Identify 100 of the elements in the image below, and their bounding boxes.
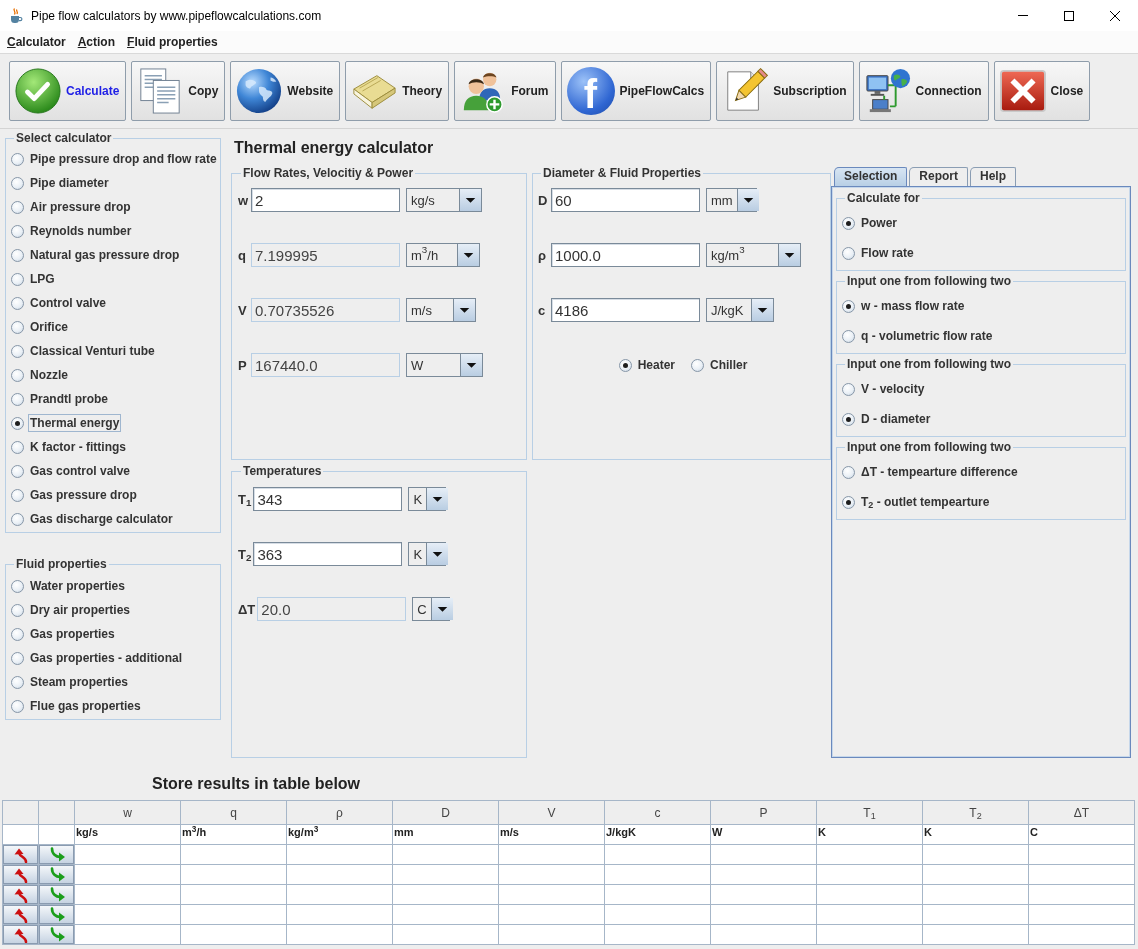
toolbar-button[interactable]: Calculate [9,61,127,121]
move-down-button[interactable] [39,865,74,884]
radio-icon[interactable] [691,358,704,372]
calculator-radio[interactable]: Natural gas pressure drop [11,243,182,267]
toolbar-button[interactable]: f PipeFlowCalcs [560,61,712,121]
fluid-property-radio[interactable]: Steam properties [11,670,131,694]
fluid-property-radio[interactable]: Gas properties - additional [11,646,185,670]
mode-radio[interactable]: Chiller [691,353,750,377]
radio-icon[interactable] [842,495,855,509]
unit-dropdown[interactable]: m/s [406,298,476,322]
radio-icon[interactable] [11,675,24,689]
unit-dropdown[interactable]: m$^{3}$/h [406,243,480,267]
radio-icon[interactable] [11,248,24,262]
radio-icon[interactable] [11,488,24,502]
toolbar-button[interactable]: Copy [131,61,226,121]
toolbar-button[interactable]: Forum [454,61,556,121]
radio-icon[interactable] [11,320,24,334]
radio-icon[interactable] [842,382,855,396]
unit-dropdown[interactable]: K [408,487,447,511]
radio-icon[interactable] [11,464,24,478]
calculator-radio[interactable]: K factor - fittings [11,435,128,459]
radio-icon[interactable] [11,440,24,454]
value-field[interactable]: 4186 [551,298,700,322]
radio-icon[interactable] [11,603,24,617]
move-up-button[interactable] [3,865,38,884]
calculator-radio[interactable]: Gas control valve [11,459,133,483]
mode-radio[interactable]: Heater [618,353,677,377]
unit-dropdown[interactable]: W [406,353,483,377]
tab[interactable]: Selection [834,167,908,186]
toolbar-button[interactable]: Website [230,61,341,121]
calculator-radio[interactable]: Gas pressure drop [11,483,139,507]
value-field[interactable]: 363 [253,542,403,566]
value-field[interactable]: 7.199995 [251,243,400,267]
radio-icon[interactable] [11,272,24,286]
calculator-radio[interactable]: LPG [11,267,57,291]
unit-dropdown[interactable]: C [412,597,451,621]
radio-icon[interactable] [11,296,24,310]
fluid-property-radio[interactable]: Water properties [11,574,127,598]
move-up-button[interactable] [3,925,38,944]
option-radio[interactable]: Flow rate [842,238,916,268]
calculator-radio[interactable]: Control valve [11,291,109,315]
radio-icon[interactable] [11,344,24,358]
radio-icon[interactable] [842,216,855,230]
move-up-button[interactable] [3,845,38,864]
fluid-property-radio[interactable]: Gas properties [11,622,117,646]
close-icon[interactable] [1110,10,1120,21]
radio-icon[interactable] [618,358,632,372]
move-up-button[interactable] [3,885,38,904]
option-radio[interactable]: ΔT - tempearture difference [842,457,1020,487]
calculator-radio[interactable]: Pipe diameter [11,171,111,195]
value-field[interactable]: 343 [253,487,403,511]
tab[interactable]: Help [970,167,1017,186]
radio-icon[interactable] [11,200,24,214]
unit-dropdown[interactable]: mm [706,188,757,212]
menu-item[interactable]: Action [71,32,122,52]
move-down-button[interactable] [39,925,74,944]
radio-icon[interactable] [842,329,855,343]
option-radio[interactable]: D - diameter [842,404,933,434]
value-field[interactable]: 20.0 [257,597,407,621]
radio-icon[interactable] [842,412,855,426]
toolbar-button[interactable]: Theory [345,61,450,121]
unit-dropdown[interactable]: kg/s [406,188,482,212]
radio-icon[interactable] [11,368,24,382]
fluid-property-radio[interactable]: Dry air properties [11,598,133,622]
value-field[interactable]: 0.70735526 [251,298,400,322]
option-radio[interactable]: V - velocity [842,374,927,404]
option-radio[interactable]: q - volumetric flow rate [842,321,995,351]
radio-icon[interactable] [11,512,24,526]
toolbar-button[interactable]: Subscription [716,61,854,121]
value-field[interactable]: 60 [551,188,700,212]
radio-icon[interactable] [11,699,24,713]
move-down-button[interactable] [39,885,74,904]
calculator-radio[interactable]: Nozzle [11,363,70,387]
value-field[interactable]: 1000.0 [551,243,700,267]
menu-item[interactable]: Calculator [1,32,72,52]
menu-item[interactable]: Fluid properties [121,32,224,52]
radio-icon[interactable] [11,392,24,406]
unit-dropdown[interactable]: kg/m$^{3}$ [706,243,801,267]
toolbar-button[interactable]: Close [993,61,1091,121]
toolbar-button[interactable]: Connection [858,61,989,121]
tab[interactable]: Report [909,167,969,186]
radio-icon[interactable] [11,627,24,641]
radio-icon[interactable] [11,152,24,166]
fluid-property-radio[interactable]: Flue gas properties [11,694,143,718]
radio-icon[interactable] [11,224,24,238]
move-down-button[interactable] [39,905,74,924]
radio-icon[interactable] [842,465,855,479]
unit-dropdown[interactable]: K [408,542,447,566]
radio-icon[interactable] [11,579,24,593]
radio-icon[interactable] [11,651,24,665]
move-down-button[interactable] [39,845,74,864]
maximize-icon[interactable] [1064,10,1074,21]
move-up-button[interactable] [3,905,38,924]
radio-icon[interactable] [11,176,24,190]
calculator-radio[interactable]: Reynolds number [11,219,134,243]
radio-icon[interactable] [842,246,855,260]
option-radio[interactable]: T$_{2}$ - outlet tempearture [842,487,992,517]
value-field[interactable]: 167440.0 [251,353,400,377]
value-field[interactable]: 2 [251,188,400,212]
calculator-radio[interactable]: Pipe pressure drop and flow rate [11,147,219,171]
